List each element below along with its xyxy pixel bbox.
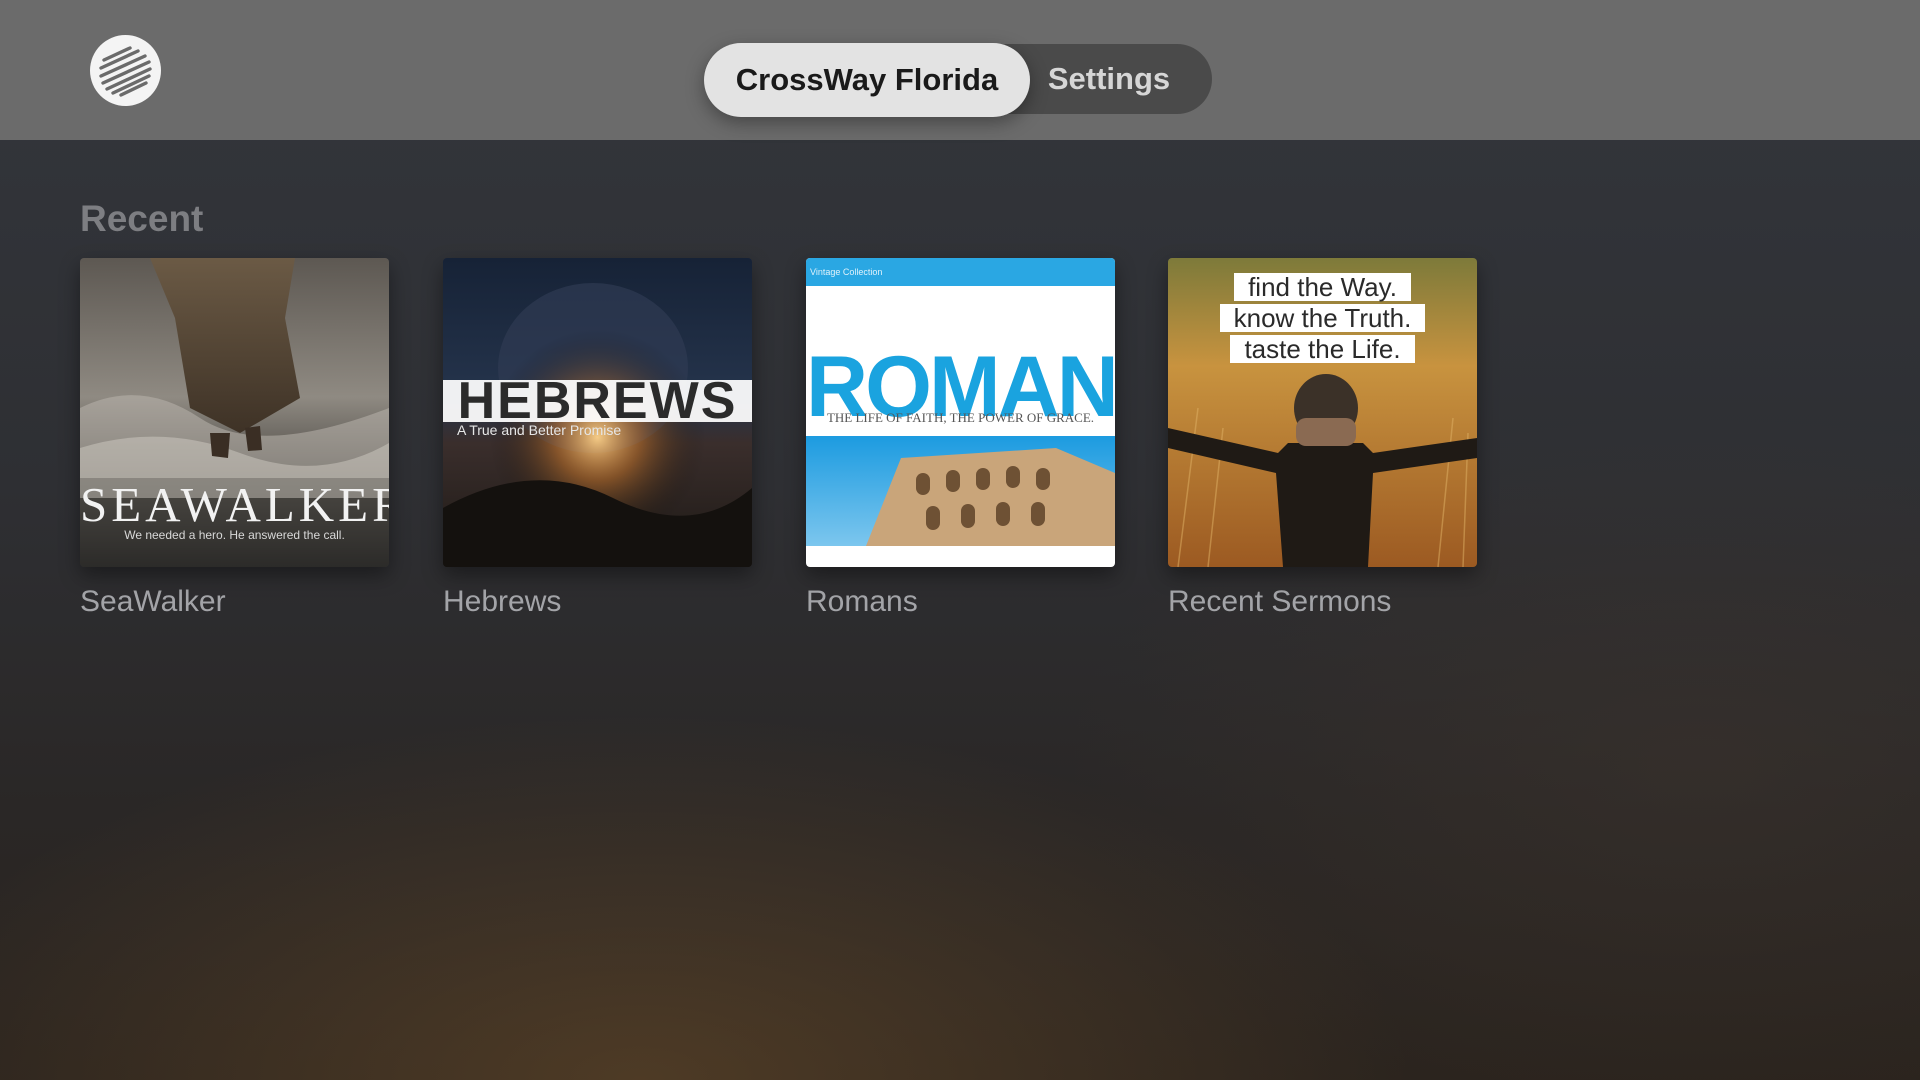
tile-caption: Romans xyxy=(806,585,918,618)
top-bar: CrossWay Florida Settings xyxy=(0,0,1920,140)
tab-label: Settings xyxy=(1047,61,1171,96)
hebrews-artwork[interactable]: HEBREWS A True and Better Promise xyxy=(443,258,752,567)
crossway-logo-icon xyxy=(90,35,161,106)
section-title-recent: Recent xyxy=(80,198,204,239)
tile-caption: SeaWalker xyxy=(80,585,226,618)
media-tile-romans[interactable]: Vintage Collection ROMANS THE LIFE OF FA… xyxy=(806,258,1115,619)
artwork-tagline: We needed a hero. He answered the call. xyxy=(124,528,345,542)
media-tile-seawalker[interactable]: SEAWALKER We needed a hero. He answered … xyxy=(80,258,389,619)
seawalker-artwork[interactable]: SEAWALKER We needed a hero. He answered … xyxy=(80,258,389,567)
artwork-tagline: A True and Better Promise xyxy=(457,422,622,438)
tab-label: CrossWay Florida xyxy=(735,62,999,97)
artwork-collection-label: Vintage Collection xyxy=(810,267,883,277)
recent-sermons-artwork[interactable]: find the Way. know the Truth. taste the … xyxy=(1168,258,1477,567)
artwork-title: SEAWALKER xyxy=(80,477,389,532)
artwork-line-2: know the Truth. xyxy=(1168,303,1477,334)
tile-caption: Hebrews xyxy=(443,585,562,618)
tile-caption: Recent Sermons xyxy=(1168,585,1392,618)
artwork-line-3: taste the Life. xyxy=(1168,334,1477,365)
artwork-tagline: THE LIFE OF FAITH, THE POWER OF GRACE. xyxy=(826,410,1095,425)
tab-settings[interactable]: Settings xyxy=(1030,44,1188,114)
romans-artwork[interactable]: Vintage Collection ROMANS THE LIFE OF FA… xyxy=(806,258,1115,567)
tab-bar: CrossWay Florida Settings xyxy=(704,43,1212,117)
media-tile-recent-sermons[interactable]: find the Way. know the Truth. taste the … xyxy=(1168,258,1477,619)
artwork-line-1: find the Way. xyxy=(1168,272,1477,303)
media-tile-hebrews[interactable]: HEBREWS A True and Better Promise Hebrew… xyxy=(443,258,752,619)
tab-crossway-florida[interactable]: CrossWay Florida xyxy=(704,43,1030,117)
